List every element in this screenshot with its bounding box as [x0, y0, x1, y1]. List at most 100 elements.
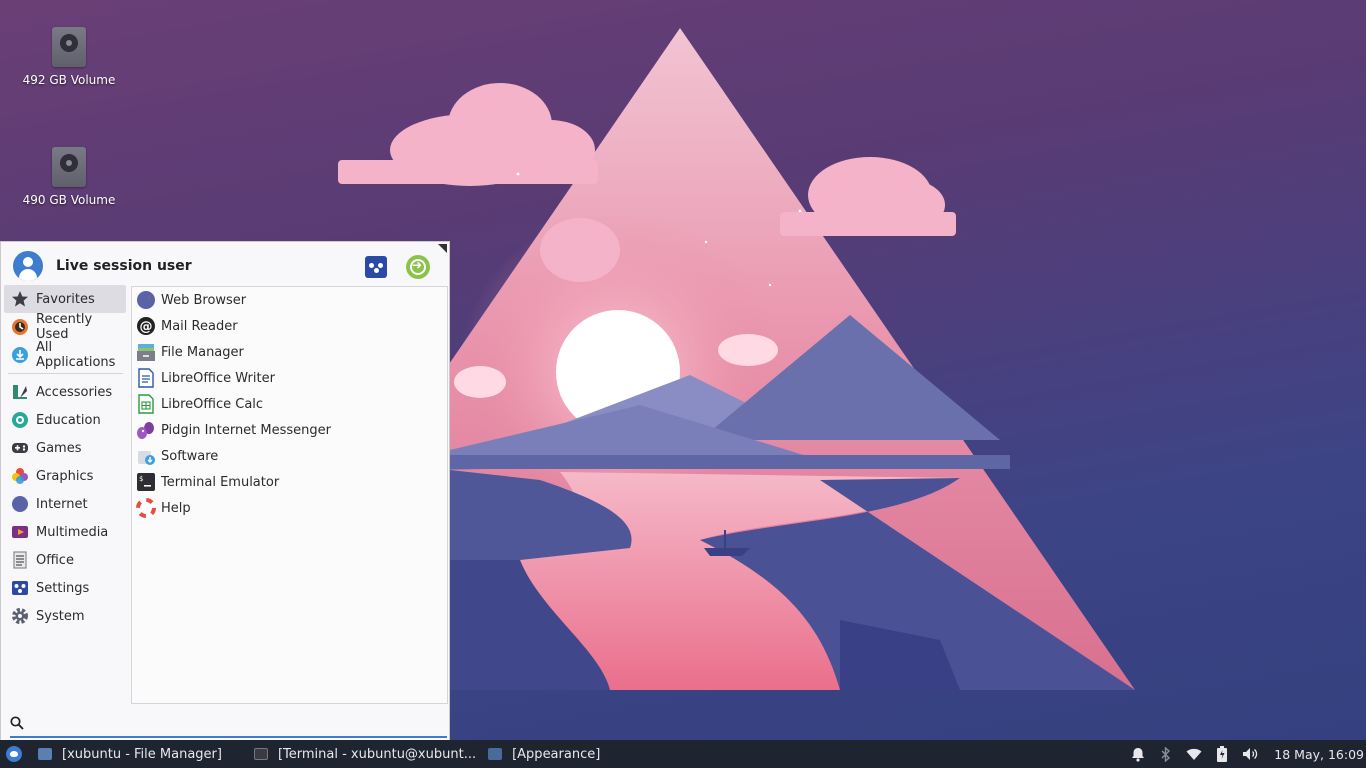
category-education[interactable]: Education	[4, 406, 126, 434]
category-label: Settings	[36, 580, 90, 596]
logout-button[interactable]	[406, 255, 430, 279]
star-icon	[11, 290, 29, 308]
wifi-icon[interactable]	[1186, 746, 1202, 762]
category-settings[interactable]: Settings	[4, 574, 126, 602]
category-accessories[interactable]: Accessories	[4, 378, 126, 406]
clock[interactable]: 18 May, 16:09	[1274, 747, 1364, 762]
app-terminal-emulator[interactable]: $ Terminal Emulator	[132, 469, 447, 495]
lifebuoy-icon	[136, 498, 156, 518]
category-system[interactable]: System	[4, 602, 126, 630]
category-recently-used[interactable]: Recently Used	[4, 312, 126, 342]
xfce-logo-icon	[6, 746, 22, 762]
category-office[interactable]: Office	[4, 546, 126, 574]
app-web-browser[interactable]: Web Browser	[132, 287, 447, 313]
application-menu: Live session user Favorites Recently Use…	[0, 241, 450, 740]
pidgin-icon	[136, 420, 156, 440]
system-tray: 18 May, 16:09	[1124, 740, 1366, 768]
task-label: [Appearance]	[512, 746, 601, 762]
writer-icon	[136, 368, 156, 388]
category-games[interactable]: Games	[4, 434, 126, 462]
terminal-icon: $	[136, 472, 156, 492]
task-terminal[interactable]: [Terminal - xubuntu@xubunt...	[248, 740, 482, 768]
globe-icon	[11, 495, 29, 513]
svg-text:$: $	[139, 475, 143, 483]
settings-manager-button[interactable]	[365, 256, 387, 278]
category-label: Multimedia	[36, 524, 109, 540]
at-icon: @	[136, 316, 156, 336]
accessories-icon	[11, 383, 29, 401]
task-label: [xubuntu - File Manager]	[62, 746, 222, 762]
category-all-applications[interactable]: All Applications	[4, 340, 126, 370]
app-label: Software	[161, 448, 219, 464]
app-label: File Manager	[161, 344, 244, 360]
category-label: Games	[36, 440, 82, 456]
app-label: Mail Reader	[161, 318, 238, 334]
category-label: Office	[36, 552, 74, 568]
category-label: Education	[36, 412, 101, 428]
category-label: Internet	[36, 496, 88, 512]
volume-icon[interactable]	[1242, 746, 1258, 762]
category-list: Favorites Recently Used All Applications…	[4, 285, 126, 630]
desktop-icon-label: 490 GB Volume	[22, 193, 116, 207]
search-icon	[10, 716, 24, 734]
office-icon	[11, 551, 29, 569]
user-avatar-icon	[13, 251, 43, 281]
terminal-icon	[253, 748, 268, 760]
app-pidgin[interactable]: Pidgin Internet Messenger	[132, 417, 447, 443]
svg-text:@: @	[140, 320, 153, 335]
app-label: Web Browser	[161, 292, 247, 308]
app-label: Pidgin Internet Messenger	[161, 422, 331, 438]
app-label: LibreOffice Calc	[161, 396, 264, 412]
search-input[interactable]	[30, 717, 430, 733]
app-libreoffice-calc[interactable]: LibreOffice Calc	[132, 391, 447, 417]
category-label: Accessories	[36, 384, 113, 400]
calc-icon	[136, 394, 156, 414]
menu-header: Live session user	[13, 248, 439, 284]
desktop-volume-492[interactable]: 492 GB Volume	[14, 27, 124, 87]
search-focus-underline	[10, 736, 447, 738]
app-label: Help	[161, 500, 191, 516]
software-icon	[136, 446, 156, 466]
app-label: LibreOffice Writer	[161, 370, 275, 386]
app-label: Terminal Emulator	[161, 474, 280, 490]
category-label: All Applications	[36, 340, 116, 370]
desktop-volume-490[interactable]: 490 GB Volume	[14, 147, 124, 207]
favorites-app-list: Web Browser @ Mail Reader File Manager L…	[131, 286, 448, 704]
education-icon	[11, 411, 29, 429]
folder-icon	[38, 748, 52, 760]
category-label: Graphics	[36, 468, 94, 484]
drive-icon	[52, 147, 86, 187]
task-file-manager[interactable]: [xubuntu - File Manager]	[32, 740, 228, 768]
bluetooth-icon[interactable]	[1158, 746, 1174, 762]
gamepad-icon	[11, 439, 29, 457]
category-graphics[interactable]: Graphics	[4, 462, 126, 490]
clock-icon	[11, 318, 29, 336]
resize-corner[interactable]	[438, 244, 447, 253]
battery-charging-icon[interactable]	[1214, 746, 1230, 762]
folder-icon	[136, 342, 156, 362]
desktop-icon-label: 492 GB Volume	[22, 73, 116, 87]
whisker-menu-button[interactable]	[0, 740, 28, 768]
task-appearance[interactable]: [Appearance]	[482, 740, 606, 768]
category-multimedia[interactable]: Multimedia	[4, 518, 126, 546]
multimedia-icon	[11, 523, 29, 541]
compass-icon	[136, 290, 156, 310]
notification-bell-icon[interactable]	[1130, 746, 1146, 762]
category-internet[interactable]: Internet	[4, 490, 126, 518]
task-label: [Terminal - xubuntu@xubunt...	[277, 746, 477, 762]
appearance-icon	[488, 748, 503, 760]
app-file-manager[interactable]: File Manager	[132, 339, 447, 365]
drive-icon	[52, 27, 86, 67]
app-help[interactable]: Help	[132, 495, 447, 521]
app-mail-reader[interactable]: @ Mail Reader	[132, 313, 447, 339]
category-label: Recently Used	[36, 312, 93, 342]
app-software[interactable]: Software	[132, 443, 447, 469]
graphics-icon	[11, 467, 29, 485]
settings-icon	[11, 579, 29, 597]
taskbar: [xubuntu - File Manager] [Terminal - xub…	[0, 740, 1366, 768]
category-favorites[interactable]: Favorites	[4, 285, 126, 313]
search-bar	[10, 712, 447, 738]
category-separator	[8, 373, 123, 374]
app-libreoffice-writer[interactable]: LibreOffice Writer	[132, 365, 447, 391]
category-label: System	[36, 608, 85, 624]
